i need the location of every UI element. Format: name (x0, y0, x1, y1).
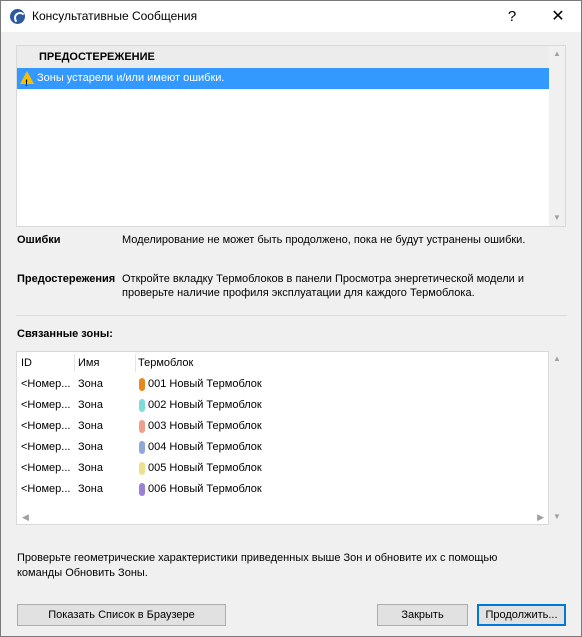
cell-thermal-block: 006 Новый Термоблок (148, 483, 262, 495)
errors-text: Моделирование не может быть продолжено, … (122, 234, 526, 246)
cell-name: Зона (78, 420, 103, 432)
cell-name: Зона (78, 399, 103, 411)
scroll-up-icon[interactable]: ▲ (553, 355, 561, 363)
warnings-label: Предостережения (17, 273, 116, 285)
scroll-left-icon[interactable]: ◀ (22, 512, 29, 523)
message-list-scrollbar[interactable]: ▲ ▼ (549, 46, 565, 226)
archicad-app-icon (10, 9, 26, 24)
scroll-down-icon[interactable]: ▼ (553, 513, 561, 521)
message-row-selected[interactable]: Зоны устарели и/или имеют ошибки. (17, 68, 550, 94)
cell-name: Зона (78, 441, 103, 453)
cell-id: <Номер... (21, 378, 71, 390)
cell-thermal-block: 004 Новый Термоблок (148, 441, 262, 453)
scroll-down-icon[interactable]: ▼ (553, 214, 561, 222)
zones-table[interactable]: ID Имя Термоблок <Номер... Зона 001 Новы… (16, 351, 549, 525)
divider (16, 315, 567, 316)
zones-horizontal-scrollbar[interactable]: ◀ ▶ (17, 510, 548, 524)
warnings-text-line2: проверьте наличие профиля эксплуатации д… (122, 287, 475, 299)
cell-id: <Номер... (21, 399, 71, 411)
message-text: Зоны устарели и/или имеют ошибки. (37, 72, 225, 84)
cell-name: Зона (78, 378, 103, 390)
cell-id: <Номер... (21, 483, 71, 495)
color-swatch (139, 399, 145, 412)
table-row[interactable]: <Номер... Зона 006 Новый Термоблок (17, 479, 548, 500)
column-header-thermal-block[interactable]: Термоблок (138, 357, 193, 369)
message-group-header: ПРЕДОСТЕРЕЖЕНИЕ (17, 46, 551, 68)
advisory-messages-dialog: Консультативные Сообщения ? ✕ ПРЕДОСТЕРЕ… (0, 0, 582, 637)
column-header-name[interactable]: Имя (78, 357, 99, 369)
zones-vertical-scrollbar[interactable]: ▲ ▼ (549, 351, 566, 525)
cell-thermal-block: 002 Новый Термоблок (148, 399, 262, 411)
help-button[interactable]: ? (489, 1, 535, 32)
hint-text-line2: команды Обновить Зоны. (17, 567, 148, 579)
cell-id: <Номер... (21, 462, 71, 474)
color-swatch (139, 420, 145, 433)
color-swatch (139, 441, 145, 454)
show-list-in-browser-button[interactable]: Показать Список в Браузере (17, 604, 226, 626)
related-zones-title: Связанные зоны: (17, 328, 113, 340)
table-row[interactable]: <Номер... Зона 001 Новый Термоблок (17, 374, 548, 395)
close-button[interactable]: Закрыть (377, 604, 468, 626)
column-divider[interactable] (74, 354, 75, 372)
errors-label: Ошибки (17, 234, 61, 246)
scroll-right-icon[interactable]: ▶ (537, 512, 544, 523)
color-swatch (139, 378, 145, 391)
cell-thermal-block: 005 Новый Термоблок (148, 462, 262, 474)
table-row[interactable]: <Номер... Зона 004 Новый Термоблок (17, 437, 548, 458)
column-divider[interactable] (135, 354, 136, 372)
table-row[interactable]: <Номер... Зона 003 Новый Термоблок (17, 416, 548, 437)
scroll-up-icon[interactable]: ▲ (553, 50, 561, 58)
continue-button[interactable]: Продолжить... (477, 604, 566, 626)
close-window-button[interactable]: ✕ (535, 1, 581, 32)
cell-name: Зона (78, 462, 103, 474)
table-row[interactable]: <Номер... Зона 005 Новый Термоблок (17, 458, 548, 479)
zones-table-header: ID Имя Термоблок (17, 352, 548, 374)
cell-thermal-block: 003 Новый Термоблок (148, 420, 262, 432)
title-bar: Консультативные Сообщения ? ✕ (1, 1, 581, 32)
cell-id: <Номер... (21, 441, 71, 453)
cell-name: Зона (78, 483, 103, 495)
message-list[interactable]: ПРЕДОСТЕРЕЖЕНИЕ Зоны устарели и/или имею… (16, 45, 566, 227)
warnings-text-line1: Откройте вкладку Термоблоков в панели Пр… (122, 273, 524, 285)
column-header-id[interactable]: ID (21, 357, 32, 369)
color-swatch (139, 462, 145, 475)
color-swatch (139, 483, 145, 496)
table-row[interactable]: <Номер... Зона 002 Новый Термоблок (17, 395, 548, 416)
hint-text-line1: Проверьте геометрические характеристики … (17, 552, 498, 564)
window-title: Консультативные Сообщения (32, 9, 198, 23)
cell-id: <Номер... (21, 420, 71, 432)
cell-thermal-block: 001 Новый Термоблок (148, 378, 262, 390)
warning-icon (20, 71, 34, 94)
